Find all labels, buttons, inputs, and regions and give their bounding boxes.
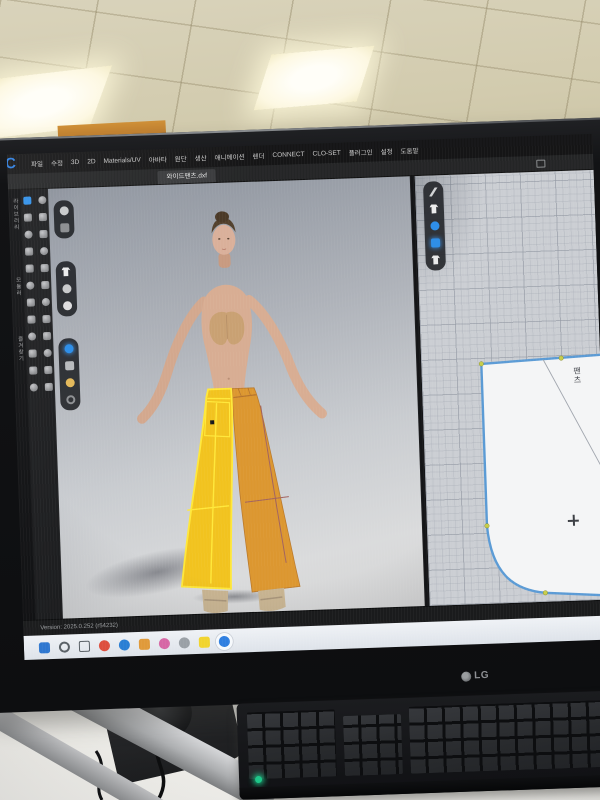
tool-icon[interactable] <box>30 383 38 391</box>
tool-icon[interactable] <box>26 264 34 272</box>
lg-logo-text: LG <box>474 670 489 682</box>
pin-tool-icon[interactable] <box>62 284 71 293</box>
tool-icon[interactable] <box>26 281 34 289</box>
keyboard-numpad <box>247 709 337 779</box>
tool-icon[interactable] <box>43 349 51 357</box>
tool-icon[interactable] <box>39 230 47 238</box>
menu-item[interactable]: 설정 <box>380 146 392 156</box>
settings-gear-icon[interactable] <box>66 395 75 404</box>
sidebar-tab[interactable]: 즐겨찾기 <box>16 336 25 362</box>
lg-logo-icon <box>461 671 471 681</box>
menu-item[interactable]: 플러그인 <box>349 147 373 158</box>
sync-arrow-icon[interactable] <box>23 196 31 204</box>
menu-item[interactable]: 원단 <box>175 153 187 163</box>
version-text: Version: 2025.0.252 (r54232) <box>40 622 118 631</box>
float-window-icon[interactable] <box>536 160 545 168</box>
windows-start-icon[interactable] <box>39 642 50 653</box>
sidebar-tab[interactable]: 모듈러 <box>13 276 22 296</box>
tool-icon[interactable] <box>40 247 48 255</box>
show-garment-icon[interactable] <box>429 204 438 213</box>
pants-left-leg-selected[interactable] <box>175 389 238 591</box>
screen: C 파일 수정 3D 2D Materials/UV 아바타 원단 생산 애니메이션 렌더 CONN… <box>7 134 600 660</box>
task-view-icon[interactable] <box>79 641 90 652</box>
menu-item[interactable]: 2D <box>87 158 96 165</box>
display-toolbar-3d <box>58 338 81 411</box>
tool-icon[interactable] <box>39 213 47 221</box>
menu-item[interactable]: Materials/UV <box>103 156 140 164</box>
avatar-feet <box>202 587 286 614</box>
show-garment-icon[interactable] <box>61 267 70 276</box>
tool-icon[interactable] <box>28 332 36 340</box>
edit-pattern-pen-icon[interactable] <box>429 187 438 196</box>
info-icon[interactable] <box>430 221 439 230</box>
document-tab[interactable]: 와이드팬츠.dxf <box>157 169 216 184</box>
show-land-icon[interactable] <box>60 223 69 232</box>
keyboard-nav-keys <box>343 714 403 776</box>
tool-icon[interactable] <box>43 332 51 340</box>
pattern-annotation-label: 팬츠 <box>571 366 583 384</box>
mannequin-icon[interactable] <box>65 378 74 387</box>
menu-item[interactable]: CONNECT <box>272 150 304 158</box>
tool-icon[interactable] <box>42 315 50 323</box>
tool-icon[interactable] <box>42 298 50 306</box>
toolbar-2d <box>423 181 446 271</box>
cursor-crosshair <box>568 515 579 526</box>
menu-item[interactable]: CLO-SET <box>312 149 340 157</box>
viewport-3d[interactable] <box>48 176 425 618</box>
photo-of-monitor: C 파일 수정 3D 2D Materials/UV 아바타 원단 생산 애니메이션 렌더 CONN… <box>0 0 600 800</box>
tool-icon[interactable] <box>44 383 52 391</box>
tool-icon[interactable] <box>24 213 32 221</box>
tool-icon[interactable] <box>29 366 37 374</box>
tool-icon[interactable] <box>44 366 52 374</box>
menu-item[interactable]: 파일 <box>31 158 43 168</box>
tool-icon[interactable] <box>41 281 49 289</box>
tool-icon[interactable] <box>29 349 37 357</box>
tool-icon[interactable] <box>40 264 48 272</box>
sidebar-tab[interactable]: 라이브러리 <box>11 198 20 231</box>
selected-point[interactable] <box>210 420 214 424</box>
keyboard-main-keys <box>409 700 600 774</box>
menu-item[interactable]: 3D <box>71 158 80 165</box>
ceiling-light-panel <box>254 46 375 111</box>
utility-app-icon[interactable] <box>179 637 190 648</box>
show-pattern-icon[interactable] <box>431 255 440 264</box>
folder-app-icon[interactable] <box>139 639 150 650</box>
fabric-icon[interactable] <box>64 361 73 370</box>
fabric-active-icon[interactable] <box>64 344 73 353</box>
view-toolbar-3d <box>53 200 74 239</box>
tool-icon[interactable] <box>25 230 33 238</box>
menu-item[interactable]: 애니메이션 <box>214 151 244 162</box>
menu-item[interactable]: 렌더 <box>252 150 264 160</box>
tool-icon[interactable] <box>38 196 46 204</box>
view-3d-sphere-icon[interactable] <box>59 206 68 215</box>
menu-item[interactable]: 생산 <box>194 152 206 162</box>
search-icon[interactable] <box>59 641 70 652</box>
clo3d-app-icon[interactable] <box>219 636 230 647</box>
clo-logo: C <box>7 155 16 172</box>
show-avatar-icon[interactable] <box>62 301 71 310</box>
monitor: C 파일 수정 3D 2D Materials/UV 아바타 원단 생산 애니메이션 렌더 CONN… <box>0 117 600 713</box>
viewport-2d[interactable]: 팬츠 <box>415 170 600 606</box>
garment-toolbar-3d <box>55 261 77 317</box>
keyboard-led <box>255 776 262 783</box>
avatar-3d[interactable] <box>48 176 419 618</box>
pants-right-leg[interactable] <box>232 386 300 592</box>
chrome-icon[interactable] <box>99 640 110 651</box>
monitor-brand: LG <box>461 670 489 682</box>
menu-item[interactable]: 도움말 <box>400 145 418 156</box>
edge-browser-icon[interactable] <box>119 639 130 650</box>
photos-app-icon[interactable] <box>159 638 170 649</box>
fabric-active-icon[interactable] <box>430 238 439 247</box>
tool-icon[interactable] <box>28 315 36 323</box>
tool-icon[interactable] <box>25 247 33 255</box>
tool-icon[interactable] <box>27 298 35 306</box>
keyboard <box>236 690 600 799</box>
kakaotalk-icon[interactable] <box>199 637 210 648</box>
pants-pattern-piece[interactable] <box>479 354 600 599</box>
menu-item[interactable]: 수정 <box>51 157 63 167</box>
menu-item[interactable]: 아바타 <box>149 154 167 165</box>
